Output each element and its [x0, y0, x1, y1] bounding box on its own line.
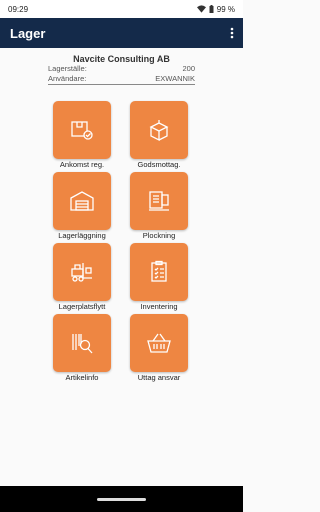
home-gesture-handle[interactable]	[97, 498, 146, 501]
app-bar: Lager	[0, 18, 243, 48]
tile-inventering[interactable]: Inventering	[129, 243, 189, 314]
battery-icon	[209, 5, 214, 13]
tile-plockning[interactable]: Plockning	[129, 172, 189, 243]
user-row: Användare: EXWANNIK	[48, 74, 195, 85]
tile-label: Lagerläggning	[58, 231, 106, 240]
status-bar: 09:29 99 %	[0, 0, 243, 18]
menu-grid: Ankomst reg. Godsmottag. Lagerläggning P…	[52, 101, 189, 385]
tile-label: Inventering	[140, 302, 178, 311]
more-vert-icon	[230, 27, 234, 39]
tile-label: Artikelinfo	[65, 373, 99, 382]
tile-ankomst-reg[interactable]: Ankomst reg.	[52, 101, 112, 172]
barcode-search-icon	[72, 334, 93, 354]
user-label: Användare:	[48, 74, 87, 83]
tile-label: Ankomst reg.	[59, 160, 105, 169]
basket-icon	[147, 333, 171, 353]
wifi-icon	[196, 5, 206, 13]
more-options-button[interactable]	[227, 23, 237, 43]
tile-artikelinfo[interactable]: Artikelinfo	[52, 314, 112, 385]
pallet-icon	[149, 191, 169, 211]
tile-label: Lagerplatsflytt	[58, 302, 106, 311]
battery-percent: 99 %	[216, 4, 235, 14]
clipboard-icon	[151, 260, 167, 282]
package-check-icon	[71, 121, 93, 140]
status-time: 09:29	[8, 4, 29, 14]
tile-godsmottag[interactable]: Godsmottag.	[129, 101, 189, 172]
forklift-icon	[71, 263, 92, 282]
location-value: 200	[182, 64, 195, 73]
tile-label: Uttag ansvar	[137, 373, 181, 382]
user-value: EXWANNIK	[155, 74, 195, 83]
open-box-icon	[149, 120, 169, 142]
location-label: Lagerställe:	[48, 64, 87, 73]
system-nav-bar	[0, 486, 243, 512]
tile-label: Godsmottag.	[137, 160, 181, 169]
app-title: Lager	[10, 25, 46, 41]
tile-label: Plockning	[142, 231, 176, 240]
company-name: Navcite Consulting AB	[73, 54, 170, 64]
tile-lagerplatsflytt[interactable]: Lagerplatsflytt	[52, 243, 112, 314]
tile-lagerlaggning[interactable]: Lagerläggning	[52, 172, 112, 243]
location-row: Lagerställe: 200	[48, 64, 195, 74]
warehouse-icon	[70, 191, 94, 211]
tile-uttag-ansvar[interactable]: Uttag ansvar	[129, 314, 189, 385]
